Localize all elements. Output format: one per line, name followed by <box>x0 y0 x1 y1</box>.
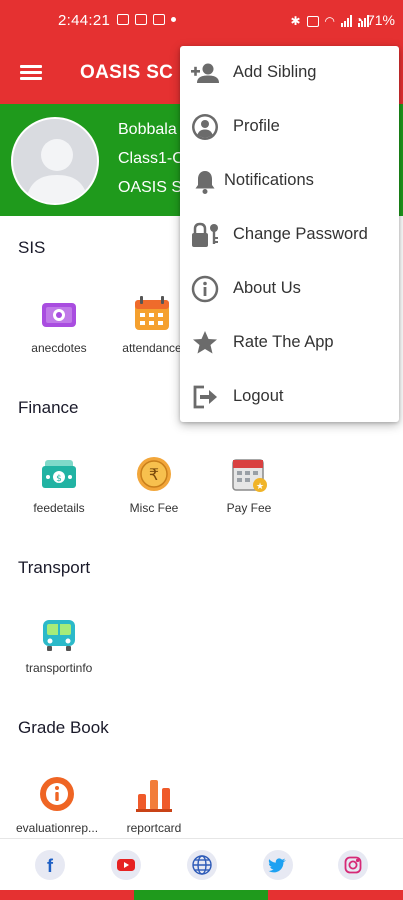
tile-label: Misc Fee <box>129 501 179 515</box>
payment-calendar-icon: ★ <box>232 459 267 492</box>
student-class: Class1-C <box>118 150 184 167</box>
menu-item-label: About Us <box>233 279 301 297</box>
menu-item-rate-the-app[interactable]: Rate The App <box>180 316 399 370</box>
menu-item-logout[interactable]: Logout <box>180 370 399 424</box>
bar-chart-icon <box>136 780 172 812</box>
avatar-placeholder-icon <box>25 139 89 203</box>
tile-pay-fee[interactable]: ★ Pay Fee <box>201 454 297 515</box>
notification-icons <box>117 14 176 25</box>
section-title-transport: Transport <box>18 558 91 577</box>
battery-level: 71% <box>366 12 395 28</box>
avatar[interactable] <box>11 117 99 205</box>
tile-label: evaluationrep... <box>15 821 99 835</box>
app-title: OASIS SC <box>80 62 174 83</box>
notification-download-icon <box>135 14 147 25</box>
section-title-finance: Finance <box>18 398 79 417</box>
menu-item-add-sibling[interactable]: Add Sibling <box>180 46 399 100</box>
bottom-stripe-red-right <box>268 890 403 900</box>
tile-label: transportinfo <box>25 661 93 675</box>
section-title-grade-book: Grade Book <box>18 718 109 737</box>
lock-key-icon <box>192 222 218 247</box>
camera-icon <box>42 303 76 327</box>
notification-app-icon <box>117 14 129 25</box>
bluetooth-icon: ✱ <box>290 14 301 28</box>
bottom-stripe-green <box>134 890 268 900</box>
twitter-icon[interactable] <box>263 850 293 880</box>
bell-icon <box>195 171 215 194</box>
notification-dot-icon <box>171 17 176 22</box>
info-icon <box>191 275 219 303</box>
menu-item-label: Rate The App <box>233 333 334 351</box>
tile-label: anecdotes <box>31 341 87 355</box>
menu-item-notifications[interactable]: Notifications <box>180 154 399 208</box>
svg-text:f: f <box>47 856 54 876</box>
student-name: Bobbala <box>118 121 177 138</box>
tile-label: feedetails <box>33 501 85 515</box>
bottom-stripe-red-left <box>0 890 134 900</box>
signal-1-icon <box>341 15 352 27</box>
youtube-icon[interactable] <box>111 850 141 880</box>
menu-item-label: Notifications <box>224 171 314 189</box>
svg-text:★: ★ <box>256 482 264 492</box>
tile-evaluationreport[interactable]: evaluationrep... <box>9 774 105 835</box>
add-person-icon <box>191 63 219 83</box>
tile-label: reportcard <box>126 821 182 835</box>
calendar-icon <box>135 296 169 330</box>
account-circle-icon <box>192 114 218 140</box>
info-badge-icon <box>40 777 74 811</box>
wifi-icon: ◠ <box>324 14 335 28</box>
menu-item-label: Profile <box>233 117 280 135</box>
bus-icon <box>43 620 75 651</box>
logout-icon <box>193 385 217 409</box>
menu-item-profile[interactable]: Profile <box>180 100 399 154</box>
school-name: OASIS S <box>118 179 183 196</box>
tile-reportcard[interactable]: reportcard <box>106 774 202 835</box>
tile-label: Pay Fee <box>226 501 272 515</box>
tile-transportinfo[interactable]: transportinfo <box>11 614 107 675</box>
menu-item-about-us[interactable]: About Us <box>180 262 399 316</box>
svg-text:$: $ <box>56 474 62 484</box>
menu-item-label: Add Sibling <box>233 63 317 81</box>
menu-item-label: Logout <box>233 387 284 405</box>
status-time: 2:44:21 <box>58 12 111 29</box>
status-bar: 2:44:21 ✱ ◠ ◔ 71% <box>0 0 403 42</box>
instagram-icon[interactable] <box>338 850 368 880</box>
social-footer: f <box>0 838 403 890</box>
volte-icon <box>306 15 319 27</box>
menu-item-label: Change Password <box>233 225 368 243</box>
facebook-icon[interactable]: f <box>35 850 65 880</box>
menu-item-change-password[interactable]: Change Password <box>180 208 399 262</box>
overflow-menu: Add Sibling Profile Notifications Change… <box>180 46 399 422</box>
tile-anecdotes[interactable]: anecdotes <box>11 294 107 355</box>
rupee-coin-icon: ₹ <box>137 457 171 491</box>
tile-misc-fee[interactable]: ₹ Misc Fee <box>106 454 202 515</box>
tile-feedetails[interactable]: $ feedetails <box>11 454 107 515</box>
star-icon <box>193 331 217 354</box>
battery-indicator: ◔ 71% <box>355 12 395 28</box>
svg-text:₹: ₹ <box>149 465 159 484</box>
globe-icon[interactable] <box>187 850 217 880</box>
battery-icon: ◔ <box>354 12 364 28</box>
cash-icon: $ <box>42 460 76 488</box>
section-title-sis: SIS <box>18 238 46 257</box>
notification-upload-icon <box>153 14 165 25</box>
menu-icon[interactable] <box>20 65 42 81</box>
